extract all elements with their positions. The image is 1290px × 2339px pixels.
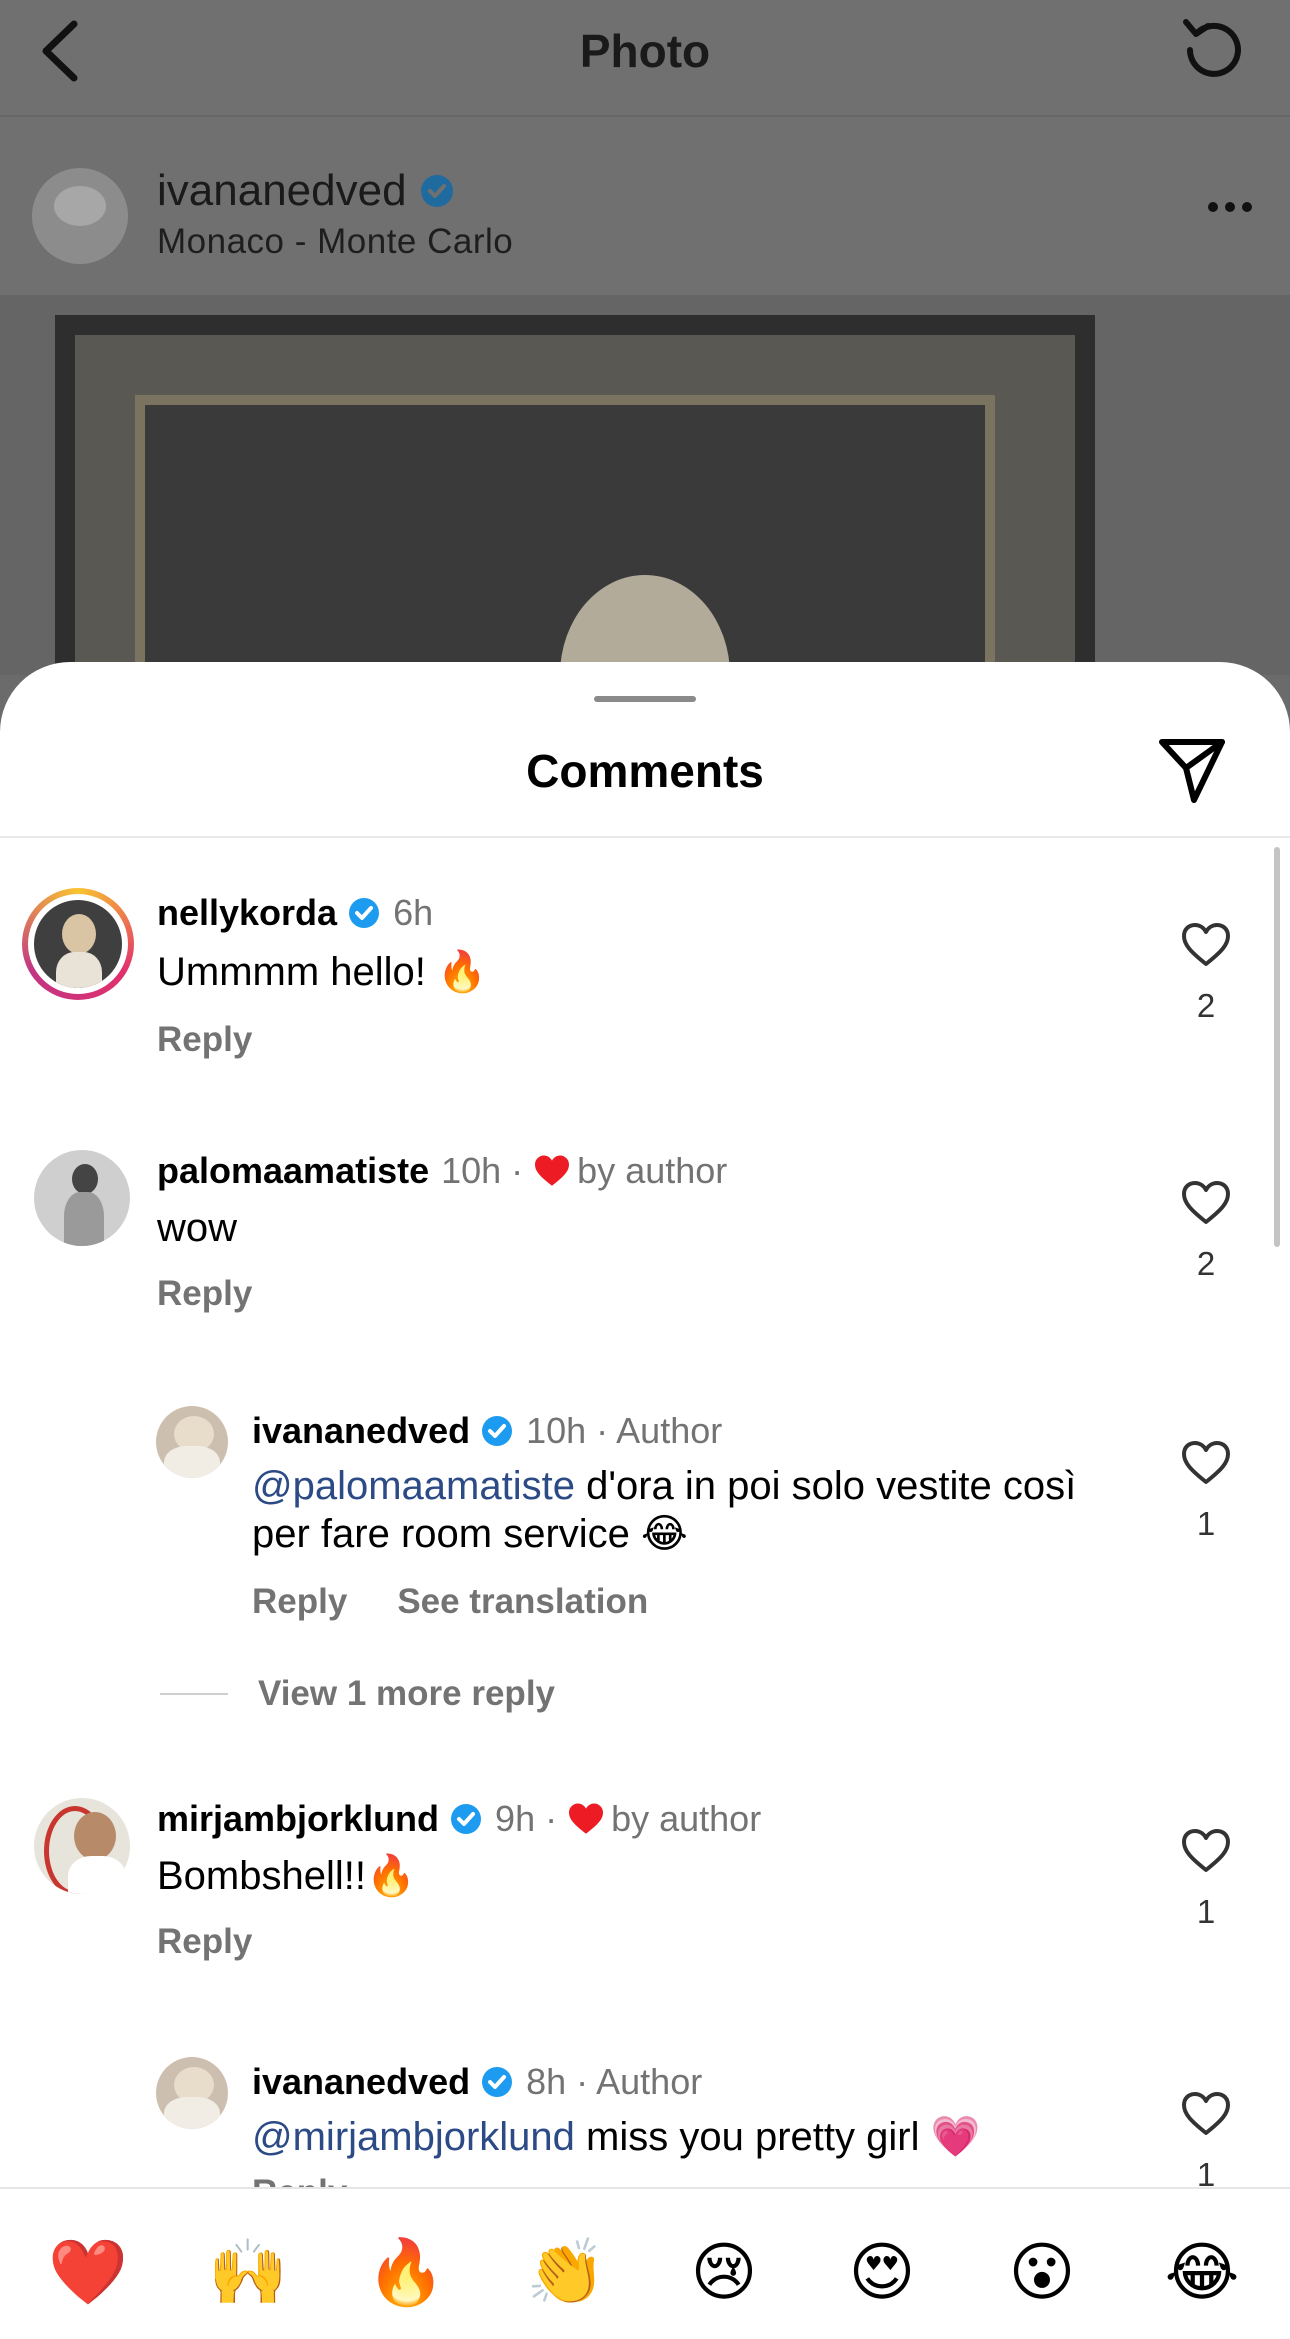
mention-link[interactable]: @mirjambjorklund [252, 2115, 575, 2159]
comment-actions: Reply [157, 1274, 252, 1314]
verified-icon [451, 1804, 482, 1834]
avatar-story-ring[interactable] [22, 888, 134, 1000]
send-icon [1159, 739, 1225, 803]
see-translation-button[interactable]: See translation [397, 1582, 648, 1622]
post-photo [0, 295, 1290, 675]
comment-username[interactable]: ivananedved [252, 1410, 470, 1452]
post-username[interactable]: ivananedved [157, 166, 455, 216]
photo-frame-inner [135, 395, 995, 675]
heart-outline-icon [1182, 1829, 1230, 1872]
post-username-text: ivananedved [157, 166, 407, 215]
comment-actions: Reply [157, 1922, 252, 1962]
divider [0, 836, 1290, 838]
heart-filled-icon [535, 1155, 570, 1186]
post-location[interactable]: Monaco - Monte Carlo [157, 222, 513, 262]
like-count: 1 [1196, 2156, 1216, 2187]
liked-by-author: by author [577, 1150, 728, 1191]
heart-outline-icon [1182, 2092, 1230, 2135]
avatar [34, 900, 122, 988]
view-more-replies[interactable]: View 1 more reply [160, 1674, 555, 1714]
like-count: 1 [1196, 1505, 1216, 1542]
reply-button[interactable]: Reply [157, 1020, 252, 1060]
comments-sheet: Comments nellykorda 6h Ummmm hello! 🔥 Re… [0, 662, 1290, 2337]
emoji-raised-hands-button[interactable]: 🙌 [208, 2233, 288, 2313]
heart-outline-icon [1182, 923, 1230, 966]
divider [160, 1693, 228, 1695]
share-button[interactable] [1156, 734, 1228, 806]
comment-username[interactable]: mirjambjorklund [157, 1798, 439, 1840]
reload-button[interactable] [1176, 14, 1248, 86]
comment-header: nellykorda 6h [157, 892, 433, 934]
dot-icon [1208, 202, 1218, 212]
emoji-heart-eyes-button[interactable]: 😍 [842, 2233, 922, 2313]
comment-time: 8h · Author [526, 2061, 703, 2102]
comment-body: miss you pretty girl 💗 [574, 2115, 981, 2159]
reply-button[interactable]: Reply [157, 1922, 252, 1962]
reply-item: ivananedved 8h · Author @mirjambjorklund… [0, 2057, 1290, 2187]
reply-button[interactable]: Reply [252, 1582, 347, 1622]
comment-text: Bombshell!!🔥 [157, 1854, 416, 1898]
comment-time: 10h · Author [526, 1410, 723, 1451]
reply-button[interactable]: Reply [252, 2173, 347, 2187]
top-bar: Photo [0, 0, 1290, 117]
verified-icon [482, 2067, 513, 2097]
liked-by-author: by author [611, 1798, 762, 1839]
emoji-reaction-bar: ❤️ 🙌 🔥 👏 😢 😍 😮 😂 [0, 2187, 1290, 2339]
comment-header: ivananedved 8h · Author [252, 2061, 702, 2103]
comment-actions: Reply [252, 2173, 347, 2187]
sheet-grabber[interactable] [594, 696, 696, 702]
like-button[interactable]: 2 [1178, 1180, 1234, 1283]
emoji-fire-button[interactable]: 🔥 [366, 2233, 446, 2313]
heart-outline-icon [1182, 1441, 1230, 1484]
comment-text: wow [157, 1206, 238, 1250]
like-count: 2 [1196, 987, 1216, 1024]
verified-icon [482, 1416, 513, 1446]
like-count: 2 [1196, 1245, 1216, 1282]
comment-username[interactable]: palomaamatiste [157, 1150, 429, 1192]
comment-header: ivananedved 10h · Author [252, 1410, 722, 1452]
mention-link[interactable]: @palomaamatiste [252, 1464, 575, 1508]
emoji-laughing-button[interactable]: 😂 [1162, 2233, 1242, 2313]
avatar[interactable] [156, 2057, 228, 2129]
reload-icon [1183, 19, 1241, 77]
emoji-crying-button[interactable]: 😢 [684, 2233, 764, 2313]
verified-icon [420, 175, 453, 207]
view-more-label: View 1 more reply [258, 1674, 556, 1713]
avatar[interactable] [156, 1406, 228, 1478]
sheet-title: Comments [526, 745, 764, 797]
emoji-heart-button[interactable]: ❤️ [48, 2233, 128, 2313]
like-button[interactable]: 1 [1178, 1828, 1234, 1931]
like-button[interactable]: 1 [1178, 1440, 1234, 1543]
emoji-surprised-button[interactable]: 😮 [1002, 2233, 1082, 2313]
comment-time: 9h · [495, 1798, 558, 1839]
more-options-button[interactable] [1208, 202, 1252, 212]
comment-header: mirjambjorklund 9h · by author [157, 1798, 761, 1840]
heart-filled-icon [569, 1803, 604, 1834]
comment-username[interactable]: ivananedved [252, 2061, 470, 2103]
like-button[interactable]: 2 [1178, 922, 1234, 1025]
avatar[interactable] [34, 1150, 130, 1246]
avatar[interactable] [34, 1798, 130, 1894]
comment-text: @palomaamatiste d'ora in poi solo vestit… [252, 1462, 1102, 1558]
emoji-clap-button[interactable]: 👏 [526, 2233, 606, 2313]
page-title: Photo [579, 25, 711, 77]
verified-icon [349, 898, 380, 928]
comment-header: palomaamatiste 10h · by author [157, 1150, 727, 1192]
comment-username[interactable]: nellykorda [157, 892, 337, 934]
comment-time: 10h · [441, 1150, 524, 1191]
dot-icon [1225, 202, 1235, 212]
comment-time: 6h [393, 892, 434, 933]
dot-icon [1242, 202, 1252, 212]
heart-outline-icon [1182, 1181, 1230, 1224]
comment-text: Ummmm hello! 🔥 [157, 950, 487, 994]
reply-button[interactable]: Reply [157, 1274, 252, 1314]
comment-actions: Reply See translation [252, 1582, 648, 1622]
like-button[interactable]: 1 [1178, 2091, 1234, 2187]
post-header: ivananedved Monaco - Monte Carlo [0, 150, 1290, 280]
scrollbar[interactable] [1274, 847, 1280, 1247]
avatar[interactable] [32, 168, 128, 264]
comment-actions: Reply [157, 1020, 252, 1060]
comment-text: @mirjambjorklund miss you pretty girl 💗 [252, 2113, 980, 2161]
like-count: 1 [1196, 1893, 1216, 1930]
